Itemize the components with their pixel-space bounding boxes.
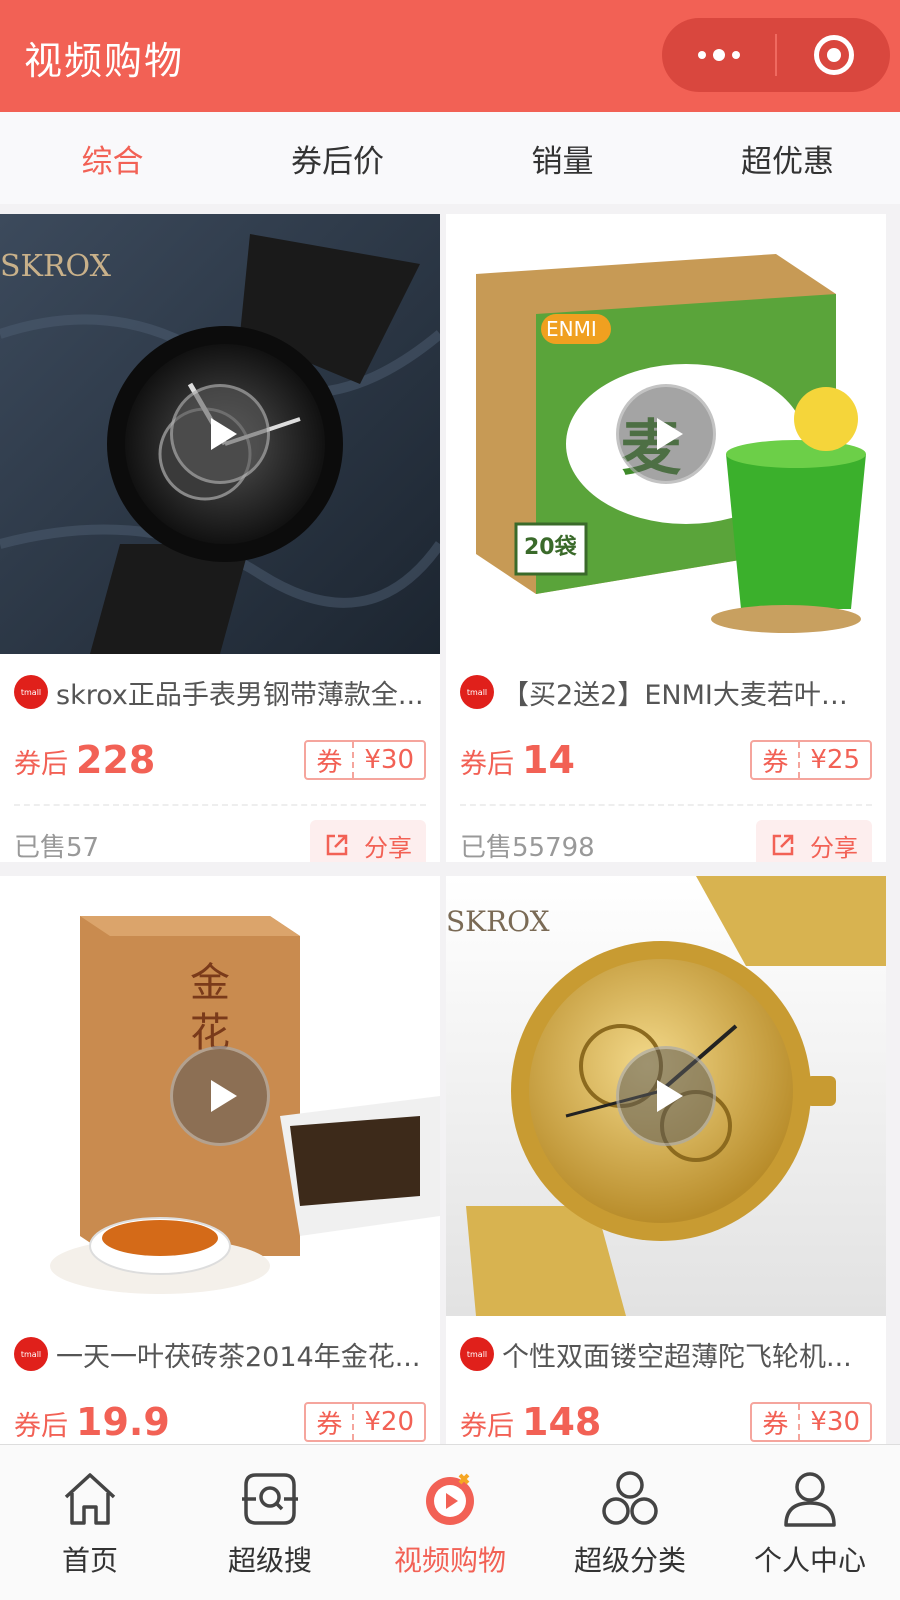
product-video-thumbnail[interactable]: SKROX [446,876,886,1316]
price-value: 148 [522,1400,602,1444]
coupon-label: 券 [752,1404,801,1440]
price-value: 14 [522,738,575,782]
product-price: 券后 228 [14,738,155,782]
tmall-logo-icon: tmall [460,1337,494,1371]
product-card[interactable]: SKROX tmall 个性双面镂空超薄陀飞轮机... 券后 148 券 ¥30 [446,876,886,1446]
share-label: 分享 [364,833,412,862]
search-scan-icon [242,1472,298,1525]
price-label: 券后 [14,1411,68,1442]
coupon-label: 券 [306,1404,355,1440]
svg-text:ENMI: ENMI [546,317,597,341]
bottom-tab-bar: 首页 超级搜 视频购物 超级分类 个人中心 [0,1444,900,1600]
coupon-amount: ¥30 [810,1407,860,1437]
tab-super-deal[interactable]: 超优惠 [675,112,900,204]
video-shopping-icon [426,1473,474,1525]
tabbar-label: 首页 [61,1543,118,1577]
coupon-badge[interactable]: 券 ¥30 [750,1402,872,1442]
tabbar-item-profile[interactable]: 个人中心 [720,1445,900,1600]
tabbar-label: 视频购物 [393,1543,506,1577]
product-video-thumbnail[interactable]: SKROX [0,214,440,654]
coupon-label: 券 [752,742,801,778]
tabbar-label: 超级搜 [227,1543,312,1577]
play-icon[interactable] [616,384,716,484]
product-price: 券后 148 [460,1400,601,1444]
play-icon[interactable] [170,384,270,484]
svg-text:20袋: 20袋 [524,534,578,560]
target-icon [813,35,854,75]
tab-sales[interactable]: 销量 [450,112,675,204]
tabbar-item-home[interactable]: 首页 [0,1445,180,1600]
product-card[interactable]: 麦 ENMI 20袋 tmall 【买2送2】ENMI大麦若叶青... 券后 14… [446,214,886,862]
coupon-badge[interactable]: 券 ¥20 [304,1402,426,1442]
close-button[interactable] [777,18,890,92]
more-button[interactable] [662,18,775,92]
price-label: 券后 [460,749,514,780]
product-card[interactable]: SKROX tmall skrox正品手表男钢带薄款全... 券后 228 券 ¥… [0,214,440,862]
tabbar-item-video-shopping[interactable]: 视频购物 [360,1445,540,1600]
home-icon [64,1472,116,1525]
price-label: 券后 [14,749,68,780]
tabbar-label: 个人中心 [753,1543,866,1577]
price-value: 228 [76,738,156,782]
product-title[interactable]: 一天一叶茯砖茶2014年金花... [56,1335,420,1374]
tabbar-label: 超级分类 [573,1543,686,1577]
product-title[interactable]: 【买2送2】ENMI大麦若叶青... [502,673,872,712]
product-video-thumbnail[interactable]: 麦 ENMI 20袋 [446,214,886,654]
page-title: 视频购物 [24,39,185,83]
svg-text:金: 金 [190,960,230,1006]
price-label: 券后 [460,1411,514,1442]
more-dots-icon [697,49,740,61]
tab-coupon-price[interactable]: 券后价 [225,112,450,204]
tmall-logo-icon: tmall [14,1337,48,1371]
coupon-amount: ¥30 [364,745,414,775]
share-button[interactable]: 分享 [310,819,426,862]
share-label: 分享 [810,833,858,862]
product-title[interactable]: skrox正品手表男钢带薄款全... [56,673,424,712]
sold-count: 已售57 [14,832,100,863]
coupon-label: 券 [306,742,355,778]
tmall-logo-icon: tmall [460,675,494,709]
share-icon [772,834,794,856]
svg-text:SKROX: SKROX [0,249,112,284]
play-icon[interactable] [170,1046,270,1146]
category-icon [602,1470,658,1525]
svg-text:SKROX: SKROX [446,905,550,938]
tab-comprehensive[interactable]: 综合 [0,112,225,204]
price-value: 19.9 [76,1400,170,1444]
mini-program-capsule [662,18,890,92]
coupon-badge[interactable]: 券 ¥30 [304,740,426,780]
coupon-badge[interactable]: 券 ¥25 [750,740,872,780]
sold-count: 已售55798 [460,832,595,863]
product-video-thumbnail[interactable]: 金 花 [0,876,440,1316]
coupon-amount: ¥25 [810,745,860,775]
app-header: 视频购物 [0,0,900,112]
user-icon [784,1471,836,1527]
play-icon[interactable] [616,1046,716,1146]
coupon-amount: ¥20 [364,1407,414,1437]
tmall-logo-icon: tmall [14,675,48,709]
sort-bar: 综合 券后价 销量 超优惠 [0,112,900,204]
share-button[interactable]: 分享 [756,819,872,862]
product-title[interactable]: 个性双面镂空超薄陀飞轮机... [502,1335,852,1374]
product-price: 券后 14 [460,738,575,782]
share-icon [326,834,348,856]
tabbar-item-super-category[interactable]: 超级分类 [540,1445,720,1600]
tabbar-item-super-search[interactable]: 超级搜 [180,1445,360,1600]
product-price: 券后 19.9 [14,1400,170,1444]
product-card[interactable]: 金 花 tmall 一天一叶茯砖茶2014年金花... 券后 19.9 券 ¥20 [0,876,440,1446]
